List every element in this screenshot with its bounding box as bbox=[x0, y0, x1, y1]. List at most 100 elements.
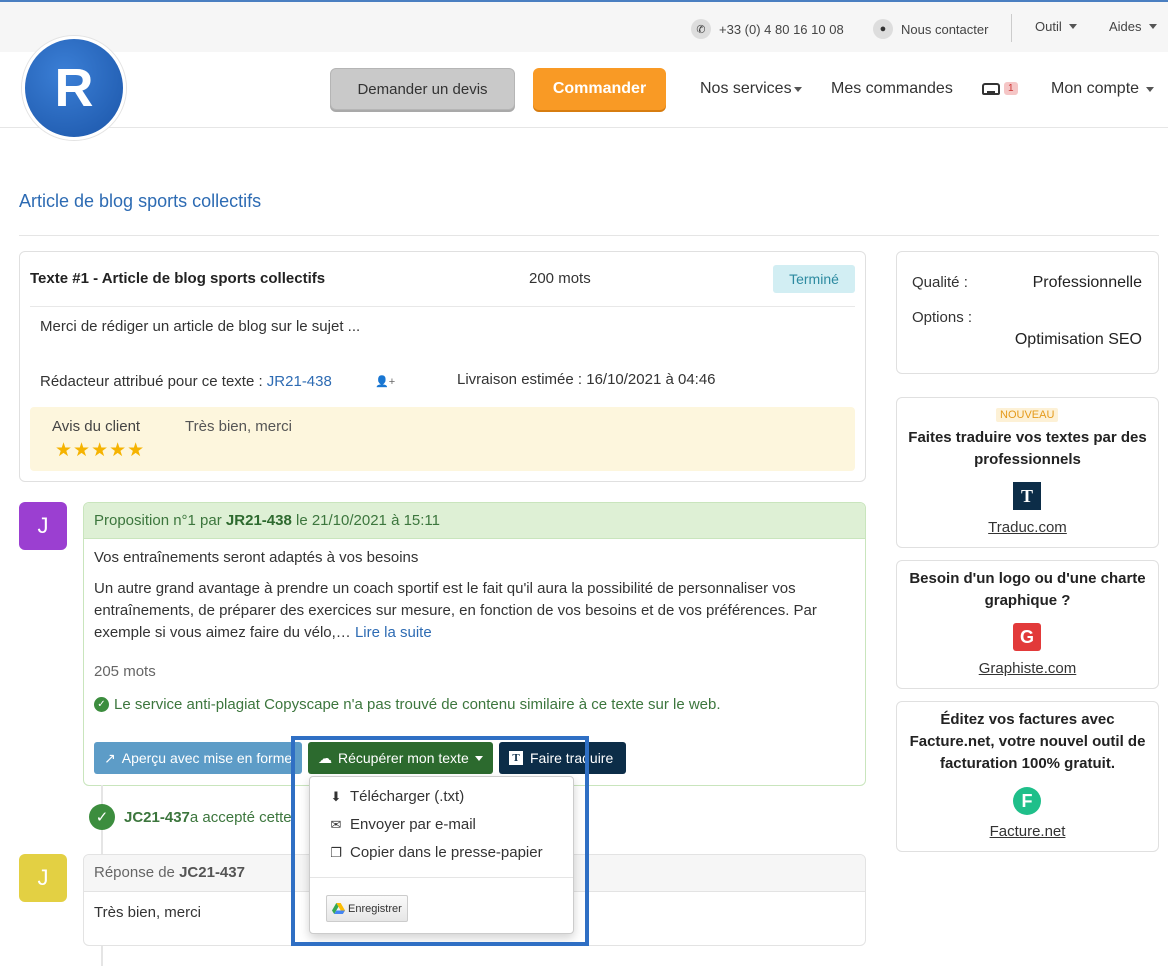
traduc-icon: T bbox=[509, 751, 523, 765]
card-divider bbox=[30, 306, 855, 307]
cloud-download-icon: ☁ bbox=[318, 749, 332, 766]
envelope-icon: ✉ bbox=[330, 816, 342, 832]
check-circle-icon: ✓ bbox=[94, 697, 109, 712]
chevron-down-icon bbox=[1148, 24, 1157, 29]
order-summary-panel: Qualité : Professionnelle Options : Opti… bbox=[896, 251, 1159, 374]
contact-label: Nous contacter bbox=[901, 21, 989, 37]
chevron-down-icon bbox=[1068, 24, 1077, 29]
copy-label: Copier dans le presse-papier bbox=[350, 844, 543, 861]
help-label: Aides bbox=[1109, 19, 1142, 34]
page-title: Article de blog sports collectifs bbox=[19, 191, 262, 211]
facture-logo: F bbox=[1013, 787, 1041, 815]
proposal-body: Vos entraînements seront adaptés à vos b… bbox=[84, 539, 865, 723]
topbar-divider bbox=[1011, 14, 1012, 42]
status-badge: Terminé bbox=[773, 265, 855, 293]
copy-clipboard-item[interactable]: ❐ Copier dans le presse-papier bbox=[328, 844, 543, 861]
promo-traduc: NOUVEAU Faites traduire vos textes par d… bbox=[896, 397, 1159, 548]
read-more-link[interactable]: Lire la suite bbox=[355, 624, 432, 641]
proposal-header: Proposition n°1 par JR21-438 le 21/10/20… bbox=[84, 503, 865, 539]
proposal-title: Vos entraînements seront adaptés à vos b… bbox=[94, 549, 419, 566]
get-text-label: Récupérer mon texte bbox=[338, 750, 469, 766]
assigned-writer: Rédacteur attribué pour ce texte : JR21-… bbox=[40, 373, 332, 390]
estimated-delivery: Livraison estimée : 16/10/2021 à 04:46 bbox=[457, 371, 716, 388]
download-txt-item[interactable]: ⬇ Télécharger (.txt) bbox=[328, 788, 465, 805]
options-value: Optimisation SEO bbox=[1014, 331, 1142, 348]
site-logo[interactable]: R bbox=[22, 36, 126, 140]
avatar: J bbox=[19, 502, 67, 550]
google-drive-save-button[interactable]: Enregistrer bbox=[326, 895, 408, 922]
title-divider bbox=[19, 235, 1159, 236]
tool-label: Outil bbox=[1035, 19, 1062, 34]
promo-title: Éditez vos factures avec Facture.net, vo… bbox=[909, 711, 1146, 772]
help-menu[interactable]: Aides bbox=[1109, 19, 1157, 34]
review-label: Avis du client bbox=[52, 418, 141, 435]
phone-number: +33 (0) 4 80 16 10 08 bbox=[719, 21, 844, 37]
send-email-item[interactable]: ✉ Envoyer par e-mail bbox=[328, 816, 476, 833]
facture-link[interactable]: Facture.net bbox=[897, 823, 1158, 840]
nav-services-label: Nos services bbox=[700, 80, 792, 97]
proposal-date: le 21/10/2021 à 15:11 bbox=[291, 512, 440, 529]
download-label: Télécharger (.txt) bbox=[350, 788, 465, 805]
promo-title: Faites traduire vos textes par des profe… bbox=[908, 429, 1147, 468]
nav-orders[interactable]: Mes commandes bbox=[831, 80, 953, 98]
writer-label: Rédacteur attribué pour ce texte : bbox=[40, 373, 267, 390]
new-badge: NOUVEAU bbox=[996, 408, 1059, 422]
email-label: Envoyer par e-mail bbox=[350, 816, 476, 833]
client-review: Avis du client ★★★★★ Très bien, merci bbox=[30, 407, 855, 471]
google-drive-icon bbox=[332, 903, 345, 914]
accepted-text: a accepté cette bbox=[189, 808, 292, 826]
main-header: Demander un devis Commander Nos services… bbox=[0, 52, 1168, 128]
text-title: Texte #1 - Article de blog sports collec… bbox=[30, 270, 326, 287]
check-circle-icon: ✓ bbox=[89, 804, 115, 830]
inbox-badge: 1 bbox=[1004, 82, 1018, 95]
copyscape-text: Le service anti-plagiat Copyscape n'a pa… bbox=[114, 696, 721, 713]
promo-facture: Éditez vos factures avec Facture.net, vo… bbox=[896, 701, 1159, 852]
graphiste-link[interactable]: Graphiste.com bbox=[897, 660, 1158, 677]
phone-link[interactable]: ✆ +33 (0) 4 80 16 10 08 bbox=[691, 19, 844, 39]
add-user-icon[interactable]: 👤+ bbox=[375, 375, 395, 388]
proposal-excerpt: Un autre grand avantage à prendre un coa… bbox=[94, 578, 854, 644]
nav-services[interactable]: Nos services bbox=[700, 80, 802, 98]
proposal-word-count: 205 mots bbox=[94, 663, 156, 680]
translate-button[interactable]: T Faire traduire bbox=[499, 742, 626, 774]
nav-account[interactable]: Mon compte bbox=[1051, 80, 1155, 98]
order-button[interactable]: Commander bbox=[533, 68, 666, 110]
proposal-author: JR21-438 bbox=[225, 512, 292, 529]
writer-link[interactable]: JR21-438 bbox=[267, 373, 332, 390]
chevron-down-icon bbox=[1146, 86, 1155, 92]
promo-graphiste: Besoin d'un logo ou d'une charte graphiq… bbox=[896, 560, 1159, 689]
chevron-down-icon bbox=[793, 86, 802, 92]
review-text: Très bien, merci bbox=[185, 418, 292, 435]
contact-link[interactable]: ● Nous contacter bbox=[873, 19, 988, 39]
preview-label: Aperçu avec mise en forme bbox=[121, 750, 293, 766]
tool-menu[interactable]: Outil bbox=[1035, 19, 1077, 34]
copy-icon: ❐ bbox=[330, 844, 342, 860]
dropdown-divider bbox=[310, 877, 573, 878]
download-icon: ⬇ bbox=[330, 788, 342, 804]
preview-button[interactable]: ↗ Aperçu avec mise en forme bbox=[94, 742, 302, 774]
graphiste-logo: G bbox=[1013, 623, 1041, 651]
chat-bubble-icon: ● bbox=[873, 19, 893, 39]
request-quote-button[interactable]: Demander un devis bbox=[330, 68, 515, 110]
text-card: Texte #1 - Article de blog sports collec… bbox=[19, 251, 866, 482]
nav-account-label: Mon compte bbox=[1051, 80, 1140, 97]
get-text-button[interactable]: ☁ Récupérer mon texte bbox=[308, 742, 493, 774]
text-word-count: 200 mots bbox=[529, 270, 591, 287]
accepted-notice: ✓ JC21-437 a accepté cette bbox=[89, 804, 319, 830]
options-label: Options : bbox=[912, 309, 973, 326]
text-description: Merci de rédiger un article de blog sur … bbox=[40, 318, 361, 335]
response-prefix: Réponse de bbox=[94, 864, 180, 881]
promo-title: Besoin d'un logo ou d'une charte graphiq… bbox=[909, 570, 1146, 609]
phone-icon: ✆ bbox=[691, 19, 711, 39]
get-text-dropdown: ⬇ Télécharger (.txt) ✉ Envoyer par e-mai… bbox=[309, 776, 574, 934]
quality-label: Qualité : bbox=[912, 274, 968, 291]
accepted-author: JC21-437 bbox=[124, 808, 190, 826]
inbox-link[interactable]: 1 bbox=[982, 82, 1018, 95]
chevron-down-icon bbox=[474, 755, 483, 761]
traduc-link[interactable]: Traduc.com bbox=[897, 519, 1158, 536]
proposal-prefix: Proposition n°1 par bbox=[94, 512, 226, 529]
avatar: J bbox=[19, 854, 67, 902]
traduc-logo: T bbox=[1013, 482, 1041, 510]
inbox-icon bbox=[982, 82, 1000, 95]
response-author: JC21-437 bbox=[179, 864, 245, 881]
